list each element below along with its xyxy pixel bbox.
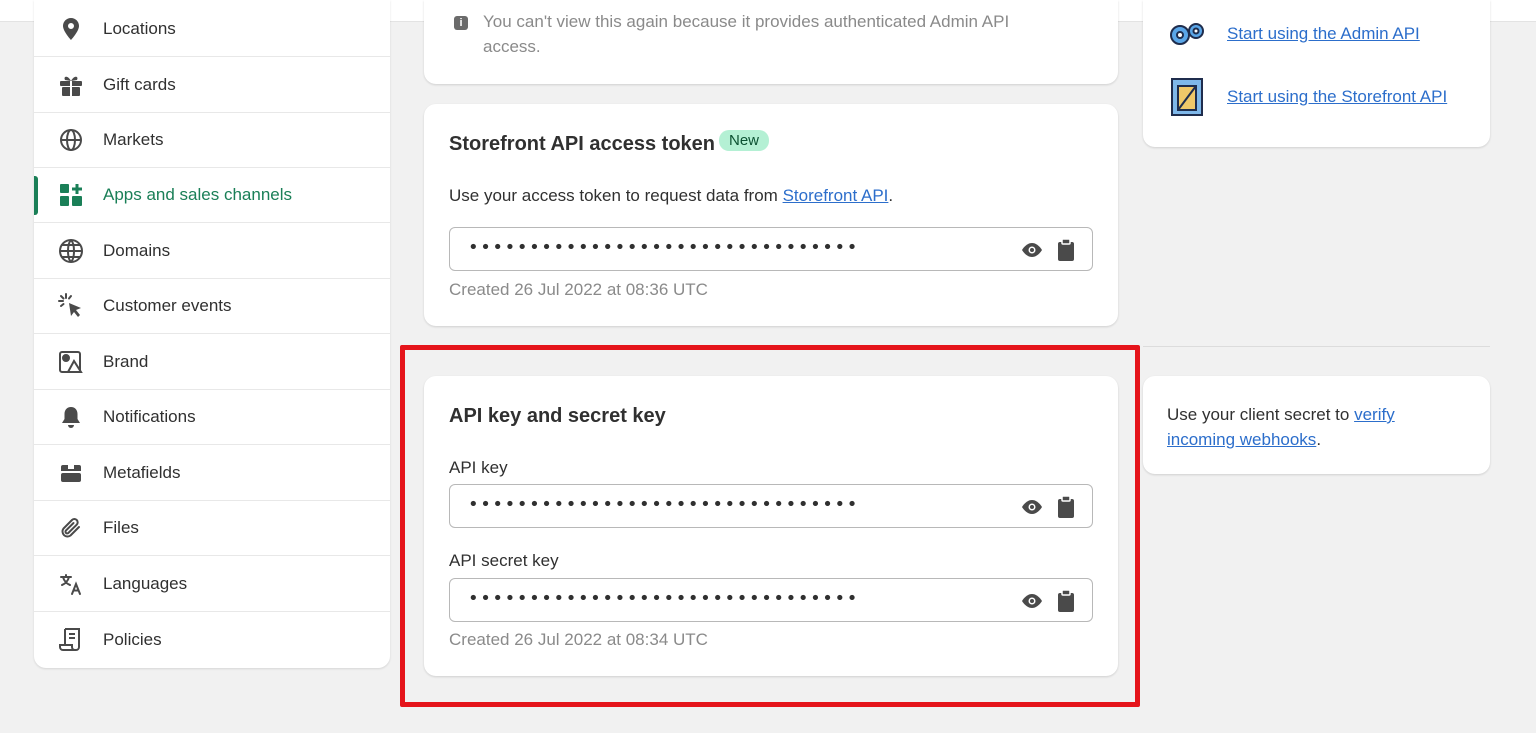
sidebar-item-label: Metafields	[103, 463, 181, 482]
sidebar-item-customer-events[interactable]: Customer events	[34, 279, 390, 334]
webhooks-info-card: Use your client secret to verify incoming…	[1143, 376, 1490, 474]
clipboard-copy-icon[interactable]	[1055, 495, 1077, 519]
sidebar-item-apps-and-sales-channels[interactable]: Apps and sales channels	[34, 168, 390, 223]
api-keys-card-title: API key and secret key	[449, 405, 666, 427]
storefront-api-token-card: Storefront API access token New Use your…	[424, 104, 1118, 326]
sidebar-item-policies[interactable]: Policies	[34, 612, 390, 667]
gift-icon	[58, 72, 84, 98]
storefront-token-value: ••••••••••••••••••••••••••••••••	[468, 237, 859, 258]
admin-api-note-line2: access.	[483, 37, 541, 56]
clipboard-copy-icon[interactable]	[1055, 589, 1077, 613]
sidebar-item-label: Domains	[103, 241, 171, 260]
api-secret-key-field[interactable]: ••••••••••••••••••••••••••••••••	[449, 578, 1093, 622]
brand-icon	[58, 349, 84, 375]
sidebar-item-domains[interactable]: Domains	[34, 224, 390, 279]
sidebar-item-gift-cards[interactable]: Gift cards	[34, 58, 390, 113]
sidebar-item-label: Gift cards	[103, 75, 176, 94]
storefront-description-text: Use your access token to request data fr…	[449, 186, 783, 205]
paperclip-icon	[58, 515, 84, 541]
eye-icon[interactable]	[1020, 496, 1044, 518]
storefront-api-start-link[interactable]: Start using the Storefront API	[1227, 87, 1447, 107]
location-pin-icon	[58, 16, 84, 42]
domains-globe-icon	[58, 238, 84, 264]
sidebar-item-label: Customer events	[103, 296, 232, 315]
api-key-field[interactable]: ••••••••••••••••••••••••••••••••	[449, 484, 1093, 528]
sidebar-item-markets[interactable]: Markets	[34, 113, 390, 168]
sidebar-item-metafields[interactable]: Metafields	[34, 446, 390, 501]
info-icon: i	[454, 16, 468, 30]
storefront-illustration-icon	[1166, 76, 1208, 118]
new-badge: New	[719, 130, 770, 151]
webhooks-text-suffix: .	[1316, 430, 1322, 449]
storefront-card-title: Storefront API access token	[449, 133, 716, 155]
admin-api-note-line1: You can't view this again because it pro…	[483, 12, 1010, 31]
verify-webhooks-link-continued[interactable]: incoming webhooks	[1167, 430, 1316, 449]
eye-icon[interactable]	[1020, 590, 1044, 612]
sidebar-item-notifications[interactable]: Notifications	[34, 390, 390, 445]
api-keys-created-timestamp: Created 26 Jul 2022 at 08:34 UTC	[449, 630, 708, 649]
storefront-api-resource-row: Start using the Storefront API	[1166, 76, 1447, 118]
apps-icon	[58, 182, 84, 208]
storefront-token-field[interactable]: ••••••••••••••••••••••••••••••••	[449, 227, 1093, 271]
admin-api-link[interactable]: Start using the Admin API	[1227, 24, 1420, 44]
sidebar-item-label: Brand	[103, 352, 149, 371]
sidebar-item-label: Markets	[103, 130, 164, 149]
sidebar-item-brand[interactable]: Brand	[34, 335, 390, 390]
sidebar-item-label: Languages	[103, 574, 188, 593]
translate-icon	[58, 571, 84, 597]
sidebar-item-label: Files	[103, 518, 139, 537]
sidebar-item-label: Locations	[103, 19, 176, 38]
api-secret-key-label: API secret key	[449, 551, 559, 570]
api-keys-card: API key and secret key API key •••••••••…	[424, 376, 1118, 676]
api-key-label: API key	[449, 458, 508, 477]
settings-sidebar: Locations Gift cards Markets Apps and sa…	[34, 0, 390, 668]
clipboard-copy-icon[interactable]	[1055, 238, 1077, 262]
storefront-api-link[interactable]: Storefront API	[783, 186, 889, 205]
verify-webhooks-link[interactable]: verify	[1354, 405, 1395, 424]
admin-api-token-card: i You can't view this again because it p…	[424, 0, 1118, 84]
storefront-created-timestamp: Created 26 Jul 2022 at 08:36 UTC	[449, 280, 708, 299]
gear-illustration-icon	[1166, 13, 1208, 55]
bell-icon	[58, 404, 84, 430]
api-key-value: ••••••••••••••••••••••••••••••••	[468, 494, 859, 515]
webhooks-text: Use your client secret to	[1167, 405, 1355, 424]
policy-scroll-icon	[58, 627, 84, 653]
sidebar-item-label: Notifications	[103, 407, 196, 426]
metafields-icon	[58, 460, 84, 486]
sidebar-item-locations[interactable]: Locations	[34, 2, 390, 57]
sidebar-item-label: Apps and sales channels	[103, 185, 293, 204]
api-secret-key-value: ••••••••••••••••••••••••••••••••	[468, 588, 859, 609]
admin-api-resource-row: Start using the Admin API	[1166, 13, 1420, 55]
cursor-click-icon	[58, 293, 84, 319]
webhooks-info-text: Use your client secret to verify incoming…	[1167, 402, 1467, 452]
section-divider	[1143, 346, 1490, 347]
eye-icon[interactable]	[1020, 239, 1044, 261]
storefront-description-suffix: .	[888, 186, 894, 205]
sidebar-item-languages[interactable]: Languages	[34, 557, 390, 612]
storefront-description: Use your access token to request data fr…	[449, 186, 893, 206]
globe-markets-icon	[58, 127, 84, 153]
sidebar-item-label: Policies	[103, 629, 162, 649]
sidebar-item-files[interactable]: Files	[34, 501, 390, 556]
